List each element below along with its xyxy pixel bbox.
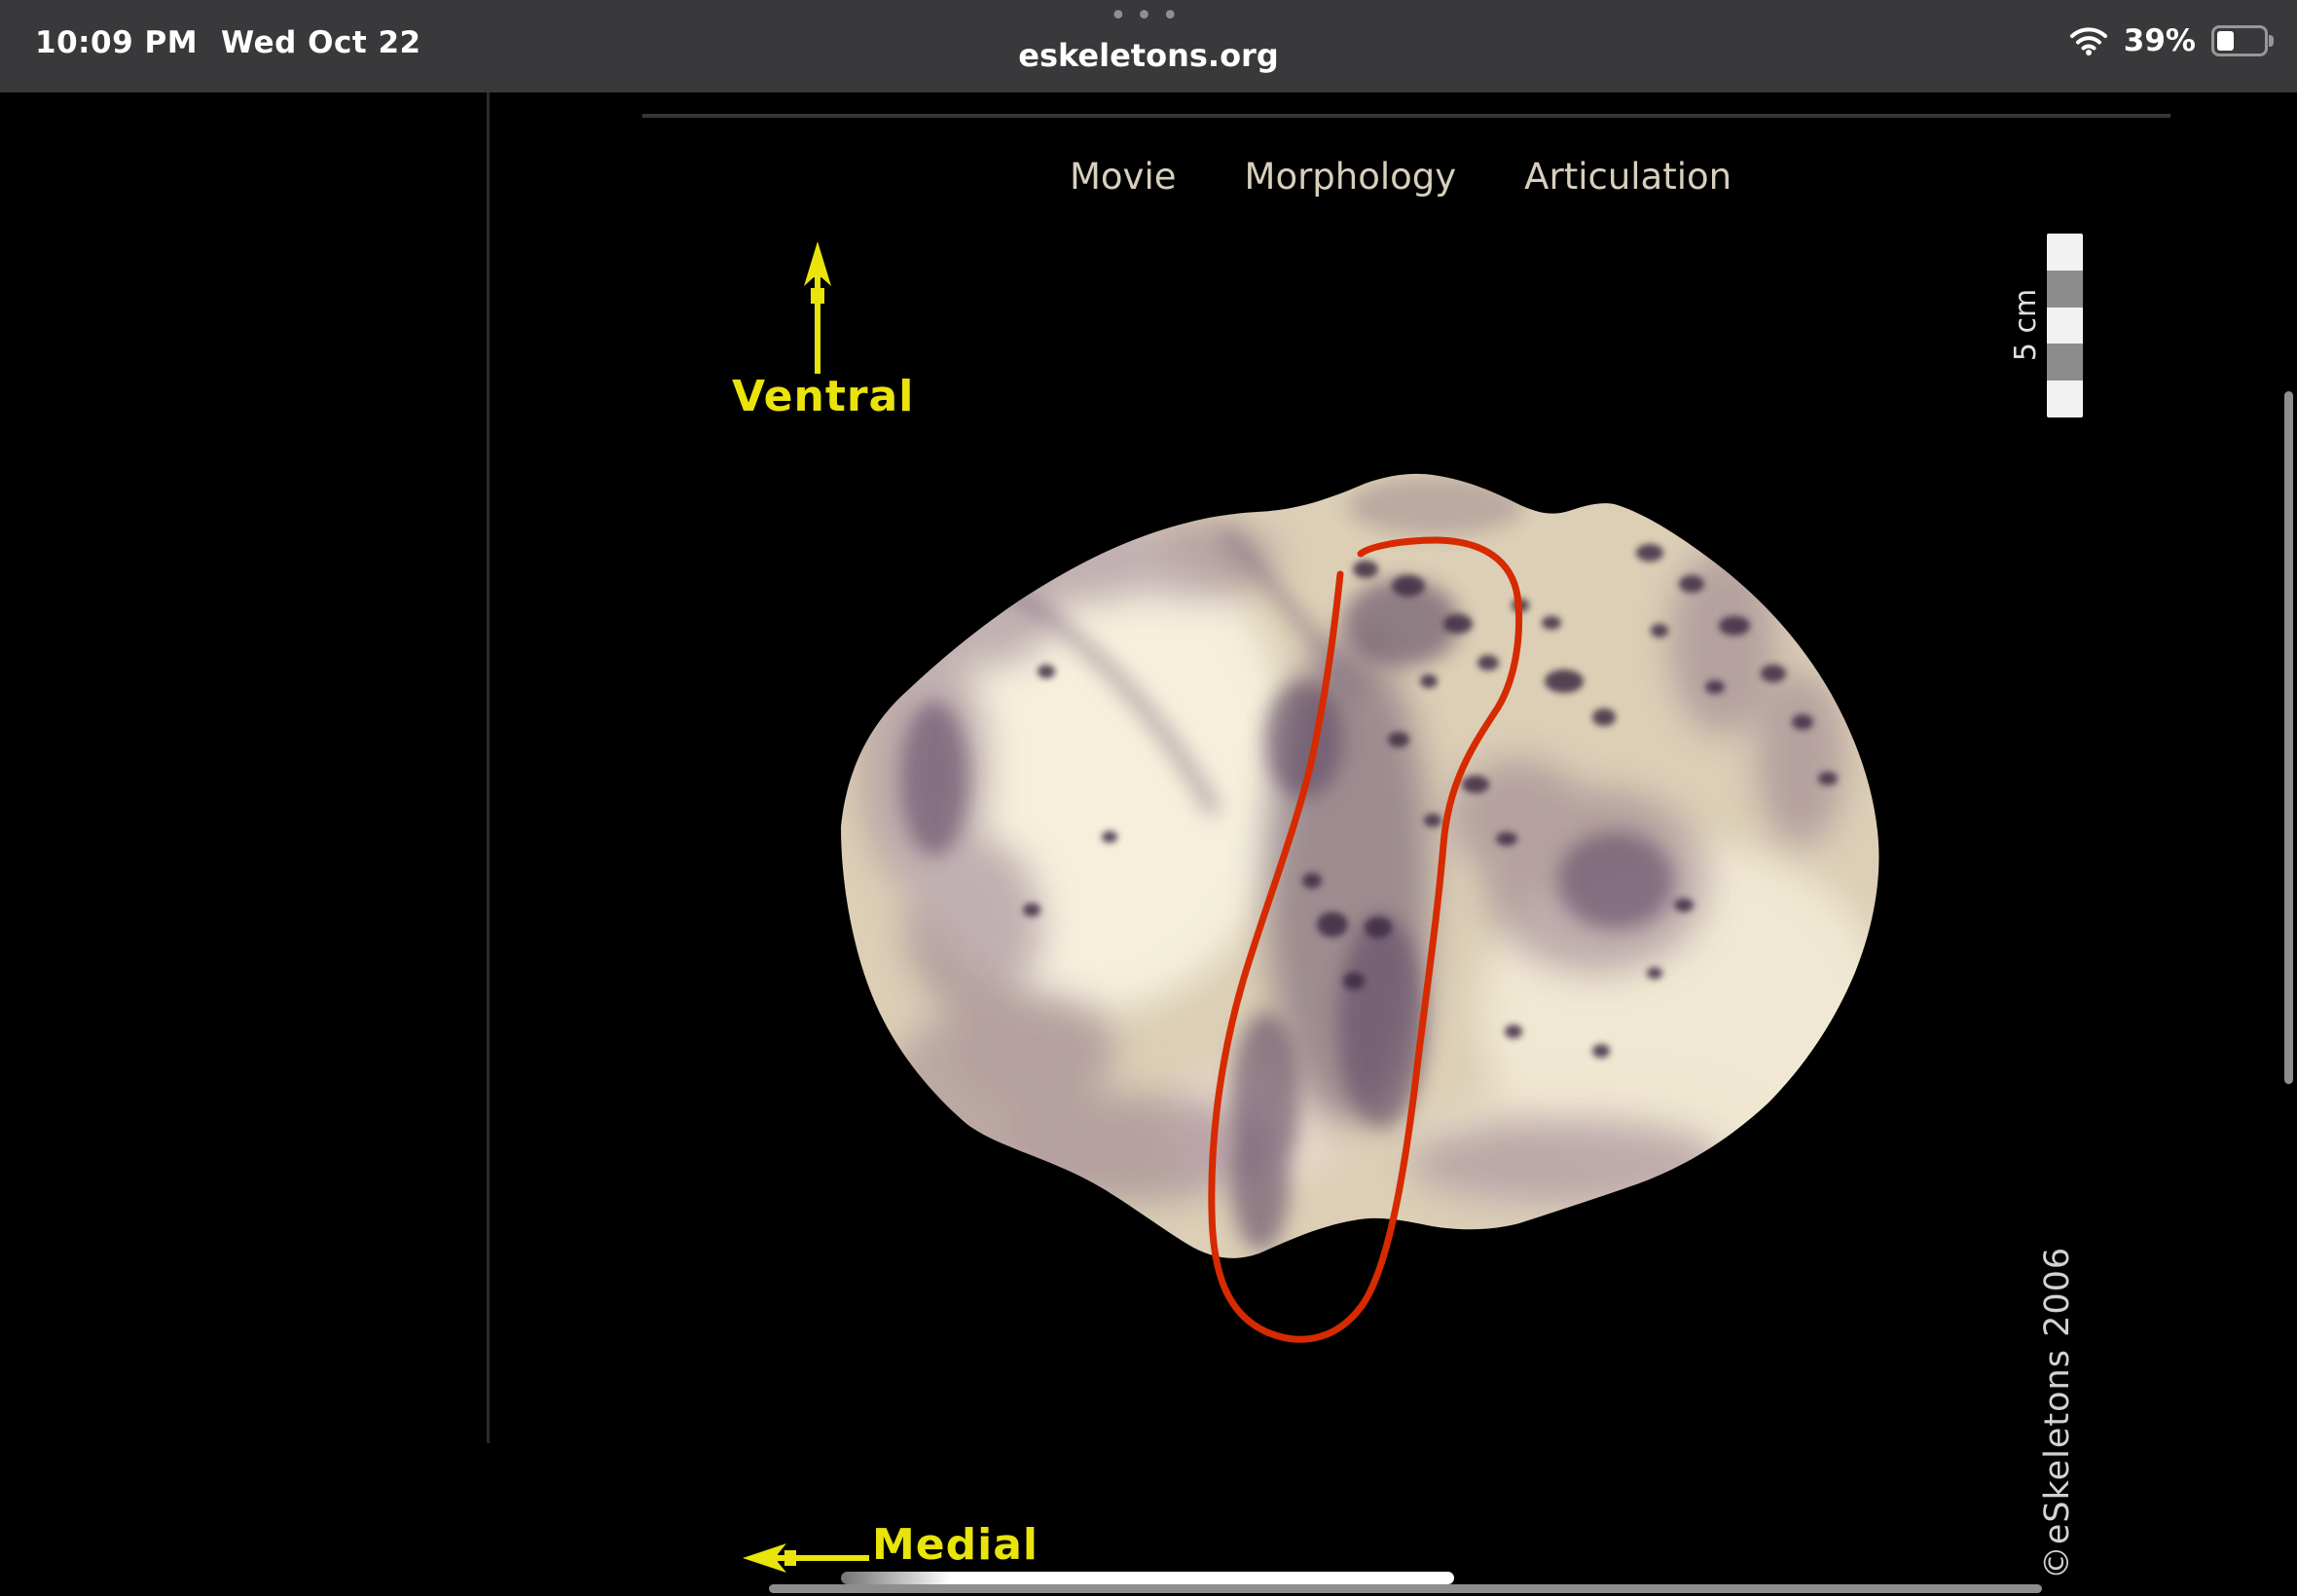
- copyright-text: ©eSkeletons 2006: [2038, 1238, 2077, 1588]
- scale-segment: [2047, 234, 2083, 271]
- vertical-scrollbar[interactable]: [2284, 391, 2293, 1084]
- medial-label: Medial: [872, 1520, 1039, 1570]
- scale-segment: [2047, 271, 2083, 308]
- scale-bar: [2047, 234, 2083, 417]
- ventral-label: Ventral: [732, 372, 914, 421]
- scale-segment: [2047, 381, 2083, 417]
- bone-photo: [841, 474, 1888, 1258]
- scale-segment: [2047, 308, 2083, 345]
- scale-bar-label: 5 cm: [2009, 267, 2040, 383]
- horizontal-scrollbar[interactable]: [769, 1584, 2042, 1593]
- home-indicator[interactable]: [841, 1572, 1454, 1584]
- medial-arrow-icon: [743, 1543, 869, 1573]
- scale-segment: [2047, 344, 2083, 381]
- ventral-arrow-icon: [804, 241, 831, 374]
- bone-image: [0, 0, 2297, 1596]
